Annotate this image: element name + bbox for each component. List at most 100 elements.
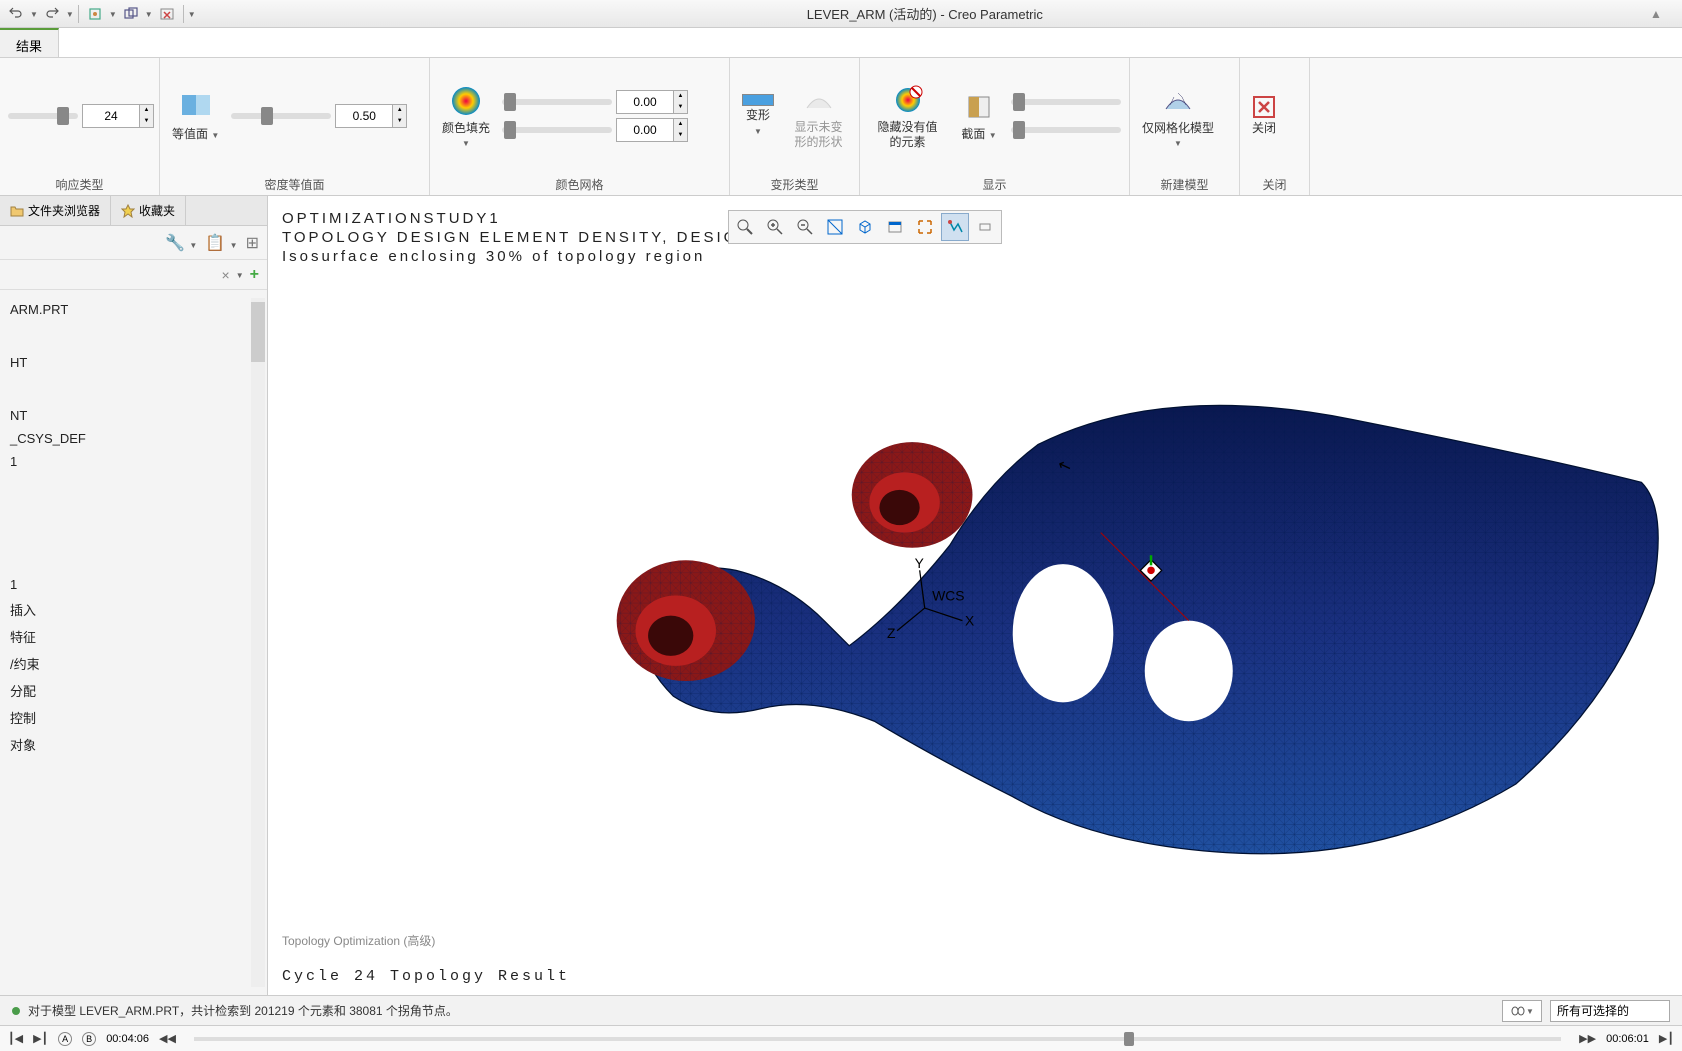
svg-text:X: X [965, 613, 974, 629]
tree-item[interactable]: 插入 [4, 596, 263, 623]
undo-button[interactable] [4, 3, 28, 25]
view3d-icon[interactable] [851, 213, 879, 241]
tree-item[interactable]: HT [4, 351, 263, 374]
status-message: 对于模型 LEVER_ARM.PRT，共计检索到 201219 个元素和 380… [28, 1002, 1494, 1019]
group-label-density: 密度等值面 [160, 173, 429, 195]
windows-button[interactable] [119, 3, 143, 25]
tree-item[interactable]: 分配 [4, 677, 263, 704]
search-close-icon[interactable]: × [222, 267, 230, 283]
favorites-tab[interactable]: 收藏夹 [111, 196, 186, 225]
tree-item[interactable]: 对象 [4, 731, 263, 758]
tab-results[interactable]: 结果 [0, 28, 59, 57]
group-label-response: 响应类型 [0, 173, 159, 195]
forward-button[interactable]: ▶▶ [1579, 1032, 1596, 1045]
quick-access-toolbar: ▼ ▼ ▼ ▼ ▼ [0, 3, 200, 25]
windows-dropdown[interactable]: ▼ [145, 10, 153, 19]
group-label-close: 关闭 [1240, 173, 1309, 195]
color-slider-max[interactable] [502, 99, 612, 105]
search-add-icon[interactable]: + [250, 266, 259, 284]
media-bar: ┃◀ ▶┃ A B 00:04:06 ◀◀ ▶▶ 00:06:01 ▶┃ [0, 1025, 1682, 1051]
group-label-deform: 变形类型 [730, 173, 859, 195]
qat-customize[interactable]: ▼ [188, 10, 196, 19]
window-title: LEVER_ARM (活动的) - Creo Parametric [200, 4, 1650, 23]
color-slider-min[interactable] [502, 127, 612, 133]
tree-item[interactable]: 1 [4, 573, 263, 596]
close-window-button[interactable] [155, 3, 179, 25]
refit-icon[interactable] [821, 213, 849, 241]
color-fill-button[interactable]: 颜色填充 ▼ [438, 81, 494, 150]
group-label-colormesh: 颜色网格 [430, 173, 729, 195]
deform-button[interactable]: 变形 ▼ [738, 92, 778, 139]
model-tree: ARM.PRT HT NT _CSYS_DEF 1 1 插入 特征 /约束 分配… [0, 290, 267, 995]
find-button[interactable]: ▼ [1502, 1000, 1542, 1022]
density-value-input[interactable]: ▲▼ [335, 104, 407, 128]
tree-item[interactable]: /约束 [4, 650, 263, 677]
cylinder-2 [852, 442, 973, 548]
topology-canvas[interactable]: X Y Z WCS ↖ [268, 256, 1682, 935]
annotation-icon[interactable] [971, 213, 999, 241]
viewport-toolbar [728, 210, 1002, 244]
collapse-ribbon-button[interactable]: ▲ [1650, 7, 1674, 21]
time-total: 00:06:01 [1606, 1033, 1649, 1045]
viewport[interactable]: OPTIMIZATIONSTUDY1 TOPOLOGY DESIGN ELEME… [268, 196, 1682, 995]
isosurface-button[interactable]: 等值面 ▼ [168, 87, 223, 143]
viewport-footer-cycle: Cycle 24 Topology Result [282, 968, 570, 985]
snapshot-icon[interactable] [911, 213, 939, 241]
group-label-newmodel: 新建模型 [1130, 173, 1239, 195]
regen-dropdown[interactable]: ▼ [109, 10, 117, 19]
viewport-footer-mode: Topology Optimization (高级) [282, 932, 435, 949]
next-button[interactable]: ▶┃ [1659, 1032, 1674, 1045]
redo-dropdown[interactable]: ▼ [66, 10, 74, 19]
undo-dropdown[interactable]: ▼ [30, 10, 38, 19]
marker-a[interactable]: A [58, 1032, 72, 1046]
ribbon-tabs: 结果 [0, 28, 1682, 58]
hide-novalue-button[interactable]: 隐藏没有值的元素 [868, 80, 947, 151]
cylinder-1 [617, 560, 755, 681]
svg-text:WCS: WCS [932, 588, 964, 604]
zoom-out-icon[interactable] [791, 213, 819, 241]
tree-icon[interactable]: ⊞ [246, 233, 259, 253]
play-button[interactable]: ▶┃ [33, 1032, 48, 1045]
prev-button[interactable]: ┃◀ [8, 1032, 23, 1045]
ribbon: ▲▼ 响应类型 等值面 ▼ ▲▼ 密度等值面 [0, 58, 1682, 196]
tree-item[interactable]: 控制 [4, 704, 263, 731]
color-min-input[interactable]: ▲▼ [616, 118, 688, 142]
marker-b[interactable]: B [82, 1032, 96, 1046]
zoom-fit-icon[interactable] [731, 213, 759, 241]
sidebar: 文件夹浏览器 收藏夹 🔧 ▼ 📋 ▼ ⊞ × ▼ + ARM.PRT HT NT… [0, 196, 268, 995]
folder-browser-tab[interactable]: 文件夹浏览器 [0, 196, 111, 225]
zoom-in-icon[interactable] [761, 213, 789, 241]
settings-icon[interactable]: 🔧 ▼ [165, 233, 197, 253]
response-slider[interactable] [8, 113, 78, 119]
regenerate-button[interactable] [83, 3, 107, 25]
list-icon[interactable]: 📋 ▼ [205, 233, 237, 253]
response-value-input[interactable]: ▲▼ [82, 104, 154, 128]
status-bar: 对于模型 LEVER_ARM.PRT，共计检索到 201219 个元素和 380… [0, 995, 1682, 1025]
time-current: 00:04:06 [106, 1033, 149, 1045]
query-icon[interactable] [941, 213, 969, 241]
redo-button[interactable] [40, 3, 64, 25]
tree-item[interactable]: ARM.PRT [4, 298, 263, 321]
tree-item[interactable]: NT [4, 404, 263, 427]
sidebar-scrollbar[interactable] [251, 298, 265, 987]
tree-item[interactable]: _CSYS_DEF [4, 427, 263, 450]
selection-filter[interactable]: 所有可选择的 [1550, 1000, 1670, 1022]
color-max-input[interactable]: ▲▼ [616, 90, 688, 114]
tree-item[interactable]: 特征 [4, 623, 263, 650]
display-slider-1[interactable] [1011, 99, 1121, 105]
rewind-button[interactable]: ◀◀ [159, 1032, 176, 1045]
media-slider[interactable] [194, 1037, 1561, 1041]
svg-text:Z: Z [887, 625, 896, 641]
mesh-only-button[interactable]: 仅网格化模型 ▼ [1138, 81, 1218, 150]
show-undeformed-button[interactable]: 显示未变形的形状 [786, 80, 851, 151]
saved-view-icon[interactable] [881, 213, 909, 241]
tree-item[interactable]: 1 [4, 450, 263, 473]
display-slider-2[interactable] [1011, 127, 1121, 133]
svg-text:Y: Y [915, 555, 924, 571]
density-slider[interactable] [231, 113, 331, 119]
search-dropdown[interactable]: ▼ [236, 271, 244, 280]
color-swatch [742, 94, 774, 106]
close-button[interactable]: 关闭 [1248, 93, 1280, 137]
title-bar: ▼ ▼ ▼ ▼ ▼ LEVER_ARM (活动的) - Creo Paramet… [0, 0, 1682, 28]
section-button[interactable]: 截面 ▼ [955, 87, 1003, 143]
